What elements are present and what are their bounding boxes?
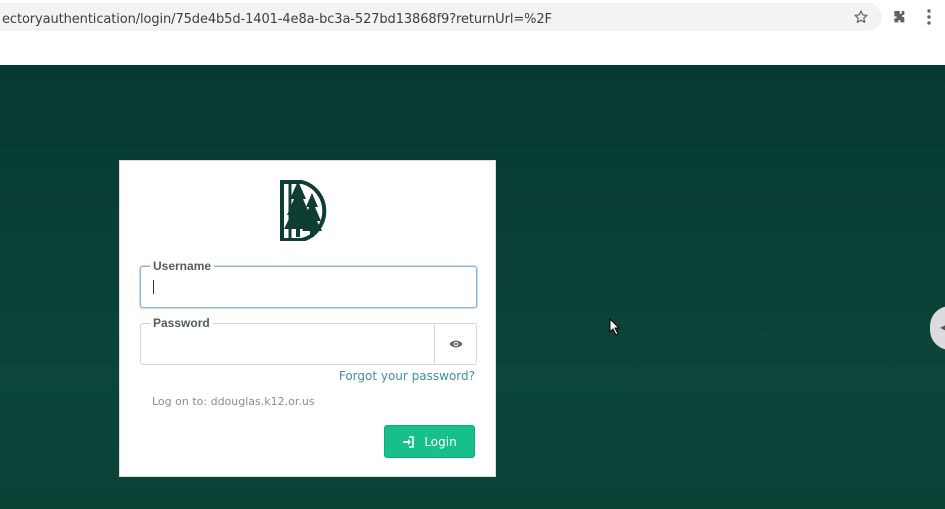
logon-domain-text: Log on to: ddouglas.k12.or.us <box>152 395 315 408</box>
sign-in-icon <box>402 435 415 448</box>
url-text[interactable]: ectoryauthentication/login/75de4b5d-1401… <box>2 12 552 27</box>
password-field[interactable]: Password <box>140 316 477 365</box>
password-label: Password <box>150 316 213 330</box>
login-button-label: Login <box>424 434 457 449</box>
star-icon[interactable] <box>850 6 872 28</box>
forgot-password-link[interactable]: Forgot your password? <box>339 369 475 383</box>
eye-icon <box>449 340 462 348</box>
extensions-icon[interactable] <box>888 6 910 28</box>
login-button[interactable]: Login <box>384 425 475 458</box>
chevron-left-icon: ◀ <box>940 320 945 334</box>
district-logo <box>280 180 327 241</box>
browser-chrome: ectoryauthentication/login/75de4b5d-1401… <box>0 0 945 36</box>
text-caret <box>153 280 154 294</box>
mouse-cursor-icon <box>609 318 621 336</box>
username-label: Username <box>150 259 215 273</box>
address-bar[interactable]: ectoryauthentication/login/75de4b5d-1401… <box>0 3 882 31</box>
toolbar-strip <box>0 36 945 65</box>
menu-icon[interactable] <box>918 6 940 28</box>
show-password-button[interactable] <box>434 324 476 364</box>
username-field[interactable]: Username <box>140 259 477 308</box>
login-card: Username Password Forgot your password? … <box>119 160 496 477</box>
